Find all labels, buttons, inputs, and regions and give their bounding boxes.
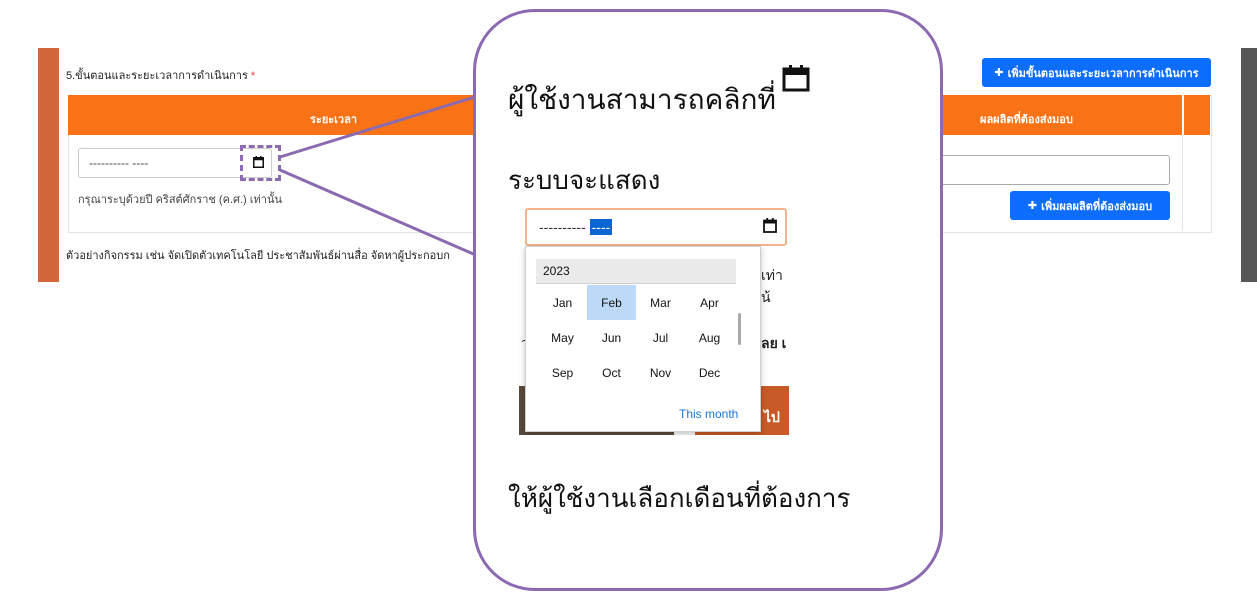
month-picker-screenshot: เท่าน้ ลย เ ว ไป ---------- ---- 2023 Ja…: [519, 202, 789, 435]
callout-line-2: ระบบจะแสดง: [508, 166, 661, 196]
behind-button-text: ไป: [764, 409, 780, 425]
picker-date-input[interactable]: ---------- ----: [525, 208, 787, 246]
month-option[interactable]: Dec: [685, 355, 734, 390]
month-option[interactable]: Aug: [685, 320, 734, 355]
picker-input-dashes: ----------: [539, 219, 586, 235]
month-option[interactable]: Mar: [636, 285, 685, 320]
month-option[interactable]: Jun: [587, 320, 636, 355]
picker-year-label: 2023: [543, 264, 570, 278]
calendar-icon[interactable]: [763, 218, 777, 233]
month-option[interactable]: Sep: [538, 355, 587, 390]
month-option[interactable]: Nov: [636, 355, 685, 390]
month-option[interactable]: Apr: [685, 285, 734, 320]
month-option[interactable]: Jan: [538, 285, 587, 320]
this-month-button[interactable]: This month: [679, 407, 738, 421]
month-option[interactable]: Oct: [587, 355, 636, 390]
month-grid: Jan Feb Mar Apr May Jun Jul Aug Sep Oct Nov Dec: [538, 285, 734, 390]
month-picker-popup: 2023 Jan Feb Mar Apr May Jun Jul Aug Sep Oct Nov De…: [525, 246, 761, 432]
callout-line-3: ให้ผู้ใช้งานเลือกเดือนที่ต้องการ: [508, 484, 851, 514]
behind-text: ลย เ: [761, 335, 787, 351]
calendar-icon: [782, 65, 810, 92]
month-option[interactable]: Jul: [636, 320, 685, 355]
month-option[interactable]: May: [538, 320, 587, 355]
behind-text: เท่าน้: [761, 267, 783, 305]
picker-year-divider: [536, 283, 736, 284]
picker-input-selected-segment[interactable]: ----: [589, 219, 613, 235]
callout-line-1: ผู้ใช้งานสามารถคลิกที่: [508, 83, 776, 116]
month-option[interactable]: Feb: [587, 285, 636, 320]
picker-scrollbar[interactable]: [738, 313, 741, 345]
picker-year[interactable]: 2023: [536, 259, 736, 283]
